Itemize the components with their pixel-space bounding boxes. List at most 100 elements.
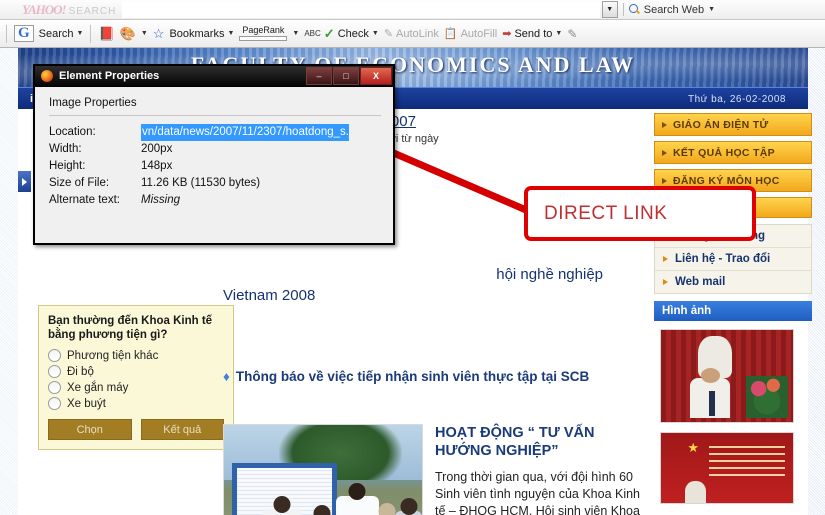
send-arrow-icon: ➡ (502, 28, 512, 40)
sidebar-button-ketqua[interactable]: KẾT QUẢ HỌC TẬP (654, 141, 812, 164)
chevron-right-icon (663, 256, 668, 262)
pagerank-indicator[interactable]: PageRank (239, 25, 288, 41)
yahoo-search-input[interactable] (122, 1, 600, 18)
chevron-down-icon: ▼ (371, 30, 379, 37)
poll-option-label: Xe buýt (67, 397, 106, 410)
star-icon: ★ (687, 440, 700, 455)
dialog-titlebar[interactable]: Element Properties – □ X (35, 66, 393, 87)
property-value-height: 148px (141, 160, 173, 172)
chevron-down-icon[interactable]: ▼ (141, 30, 148, 37)
nav-date: Thứ ba, 26-02-2008 (688, 93, 786, 105)
sidebar-button-giaoan[interactable]: GIÁO ÁN ĐIỆN TỬ (654, 113, 812, 136)
search-icon (628, 4, 640, 15)
yahoo-toolbar: YAHOO! SEARCH ▼ Search Web ▼ (0, 0, 825, 20)
poll-option[interactable]: Xe buýt (48, 397, 224, 410)
property-row-height: Height: 148px (49, 158, 381, 175)
yahoo-search-web-button[interactable]: Search Web ▼ (628, 4, 715, 16)
maximize-button[interactable]: □ (333, 67, 359, 85)
toolbar-divider (622, 3, 624, 16)
toolbar-divider (90, 24, 92, 43)
google-autofill-button[interactable]: 📋 AutoFill (443, 27, 498, 41)
chevron-down-icon: ▼ (555, 30, 563, 37)
close-button[interactable]: X (360, 67, 392, 85)
sidebar-button-label: KẾT QUẢ HỌC TẬP (673, 146, 775, 159)
chevron-down-icon: ▼ (227, 30, 235, 37)
property-value-size: 11.26 KB (11530 bytes) (141, 177, 261, 189)
article-block: HOẠT ĐỘNG “ TƯ VẤN HƯỚNG NGHIỆP” Trong t… (223, 424, 648, 515)
poll-option[interactable]: Xe gắn máy (48, 381, 224, 394)
radio-icon[interactable] (48, 349, 61, 362)
chevron-down-icon: ▼ (708, 6, 715, 13)
minimize-button[interactable]: – (306, 67, 332, 85)
google-sendto-button[interactable]: ➡ Send to ▼ (502, 27, 563, 41)
google-sendto-label: Send to (514, 27, 553, 40)
property-row-width: Width: 200px (49, 141, 381, 158)
property-key: Alternate text: (49, 194, 120, 206)
google-check-button[interactable]: ABC ✓ Check ▼ (304, 26, 378, 42)
pagerank-label: PageRank (242, 25, 285, 35)
spellcheck-abc-icon: ABC (304, 29, 321, 38)
chevron-right-icon (22, 177, 27, 186)
form-icon: 📋 (443, 28, 458, 40)
article-body: Trong thời gian qua, với đội hình 60 Sin… (435, 470, 641, 515)
news-line-middle-text: hội nghề nghiệp (496, 266, 603, 283)
yahoo-logo: YAHOO! SEARCH (22, 2, 116, 18)
toolbar-divider (6, 24, 7, 43)
property-row-size: Size of File: 11.26 KB (11530 bytes) (49, 175, 381, 192)
google-autofill-label: AutoFill (460, 27, 498, 40)
google-search-label: Search (38, 27, 74, 40)
sidebar-link-webmail[interactable]: Web mail (655, 271, 811, 293)
highlight-icon[interactable]: 🎨 (120, 26, 136, 42)
chevron-down-icon: ▼ (606, 6, 614, 13)
poll-result-button[interactable]: Kết quả (140, 419, 224, 440)
gallery-photo-2[interactable]: ★ (660, 432, 794, 504)
popup-blocker-icon[interactable]: 📕 (98, 26, 114, 42)
property-row-location: Location: vn/data/news/2007/11/2307/hoat… (49, 124, 381, 141)
element-properties-dialog: Element Properties – □ X Image Propertie… (33, 64, 395, 245)
google-search-button[interactable]: Search ▼ (39, 28, 84, 40)
page-left-background (0, 48, 18, 515)
radio-icon[interactable] (48, 365, 61, 378)
yahoo-logo-text: YAHOO! (22, 1, 67, 17)
dialog-section-title: Image Properties (49, 97, 381, 116)
chevron-right-icon (662, 149, 667, 156)
gallery-photo-1-tie (708, 390, 716, 417)
property-value-width: 200px (141, 143, 173, 155)
radio-icon[interactable] (48, 397, 61, 410)
property-value-location[interactable]: vn/data/news/2007/11/2307/hoatdong_s.jpg (141, 124, 349, 141)
chevron-down-icon[interactable]: ▼ (292, 30, 299, 37)
eraser-icon[interactable]: ✎ (567, 27, 577, 41)
chevron-right-icon (662, 177, 667, 184)
google-autolink-button[interactable]: ✎ AutoLink (383, 27, 439, 41)
google-bookmarks-button[interactable]: Bookmarks ▼ (169, 28, 234, 40)
article-photo (223, 424, 423, 515)
image-properties-table: Location: vn/data/news/2007/11/2307/hoat… (49, 124, 381, 209)
property-key: Location: (49, 126, 96, 138)
right-sidebar: GIÁO ÁN ĐIỆN TỬ KẾT QUẢ HỌC TẬP ĐĂNG KÝ … (654, 113, 812, 504)
poll-vote-button[interactable]: Chọn (48, 419, 132, 440)
pagerank-bar (239, 36, 288, 41)
sidebar-expand-tab[interactable] (18, 171, 31, 192)
sidebar-link-label: Web mail (675, 276, 726, 288)
poll-option-label: Đi bộ (67, 365, 94, 378)
poll-option[interactable]: Phương tiện khác (48, 349, 224, 362)
radio-icon[interactable] (48, 381, 61, 394)
news-bullet-label: Thông báo về việc tiếp nhận sinh viên th… (235, 369, 590, 384)
pen-icon: ✎ (383, 28, 394, 40)
yahoo-search-dropdown[interactable]: ▼ (601, 1, 618, 18)
news-line-middle: hội nghề nghiệp Vietnam 2008 (223, 264, 643, 306)
sidebar-button-label: ĐĂNG KÝ MÔN HỌC (673, 174, 780, 187)
bookmark-star-icon[interactable]: ☆ (153, 26, 165, 42)
property-key: Height: (49, 160, 86, 172)
article-text-block: HOẠT ĐỘNG “ TƯ VẤN HƯỚNG NGHIỆP” Trong t… (435, 424, 648, 515)
gallery-photo-1[interactable] (660, 329, 794, 423)
news-line-middle-text2: Vietnam 2008 (223, 287, 316, 304)
annotation-label: DIRECT LINK (544, 202, 668, 224)
gallery-header: Hình ảnh (654, 301, 812, 321)
poll-buttons: Chọn Kết quả (48, 419, 224, 440)
news-bullet-item[interactable]: ♦ Thông báo về việc tiếp nhận sinh viên t… (223, 367, 638, 387)
chevron-down-icon: ▼ (76, 30, 84, 37)
sidebar-link-lienhe[interactable]: Liên hệ - Trao đổi (655, 248, 811, 271)
dialog-body: Image Properties Location: vn/data/news/… (35, 87, 393, 209)
poll-option[interactable]: Đi bộ (48, 365, 224, 378)
